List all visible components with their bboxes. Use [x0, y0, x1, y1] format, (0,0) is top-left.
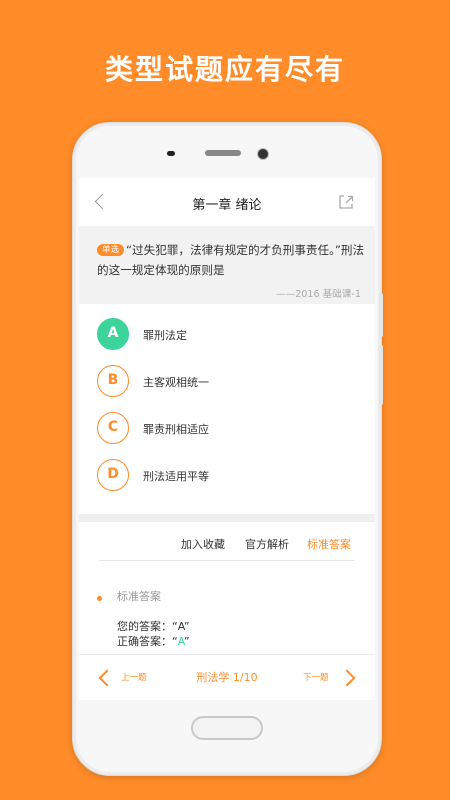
correct-answer: 正确答案：“A”	[117, 633, 190, 649]
favorite-button[interactable]: 加入收藏	[181, 536, 225, 552]
option-a[interactable]: A 罪刑法定	[79, 318, 375, 352]
power-button	[379, 345, 383, 405]
phone-frame: 第一章 绪论 单选 “过失犯罪，法律有规定的才负刑事责任。”刑法的这一规定体现的原…	[72, 122, 383, 776]
standard-answer-tab[interactable]: 标准答案	[307, 536, 351, 552]
option-a-letter: A	[97, 318, 129, 350]
promo-headline: 类型试题应有尽有	[104, 53, 345, 86]
official-analysis-button[interactable]: 官方解析	[245, 536, 289, 552]
next-question-button[interactable]: 下一题	[303, 671, 329, 683]
progress-indicator: 刑法学 1/10	[196, 671, 258, 684]
correct-answer-prefix: 正确答案：“	[117, 635, 178, 648]
option-b[interactable]: B 主客观相统一	[79, 365, 375, 399]
option-d-label: 刑法适用平等	[143, 470, 209, 483]
sensor-dot	[167, 151, 175, 156]
option-d-letter: D	[97, 459, 129, 491]
question-source: ——2016 基础课-1	[276, 289, 361, 300]
front-camera	[257, 148, 269, 160]
question-type-badge: 单选	[97, 244, 125, 256]
option-b-letter: B	[97, 365, 129, 397]
bullet-dot	[97, 596, 102, 601]
question-panel: 单选 “过失犯罪，法律有规定的才负刑事责任。”刑法的这一规定体现的原则是 ——20…	[79, 226, 375, 304]
your-answer: 您的答案：“A”	[117, 620, 190, 633]
divider	[99, 560, 355, 561]
option-b-label: 主客观相统一	[143, 376, 209, 389]
question-text: “过失犯罪，法律有规定的才负刑事责任。”刑法的这一规定体现的原则是	[97, 243, 365, 277]
volume-button	[379, 293, 383, 337]
option-c-label: 罪责刑相适应	[143, 423, 209, 436]
bottom-nav: 上一题 刑法学 1/10 下一题	[79, 654, 375, 700]
option-d[interactable]: D 刑法适用平等	[79, 459, 375, 493]
option-c-letter: C	[97, 412, 129, 444]
question-text-block: 单选 “过失犯罪，法律有规定的才负刑事责任。”刑法的这一规定体现的原则是	[97, 240, 365, 280]
page-title: 第一章 绪论	[192, 198, 262, 213]
answer-section-title: 标准答案	[117, 590, 161, 603]
option-a-label: 罪刑法定	[143, 329, 187, 342]
share-icon[interactable]	[337, 193, 355, 211]
nav-bar: 第一章 绪论	[79, 178, 375, 226]
section-divider	[79, 514, 375, 522]
home-button[interactable]	[191, 716, 263, 740]
option-c[interactable]: C 罪责刑相适应	[79, 412, 375, 446]
action-bar: 加入收藏 官方解析 标准答案	[79, 528, 375, 552]
earpiece-speaker	[205, 150, 241, 156]
app-screen: 第一章 绪论 单选 “过失犯罪，法律有规定的才负刑事责任。”刑法的这一规定体现的原…	[79, 178, 375, 700]
correct-answer-suffix: ”	[183, 635, 190, 648]
